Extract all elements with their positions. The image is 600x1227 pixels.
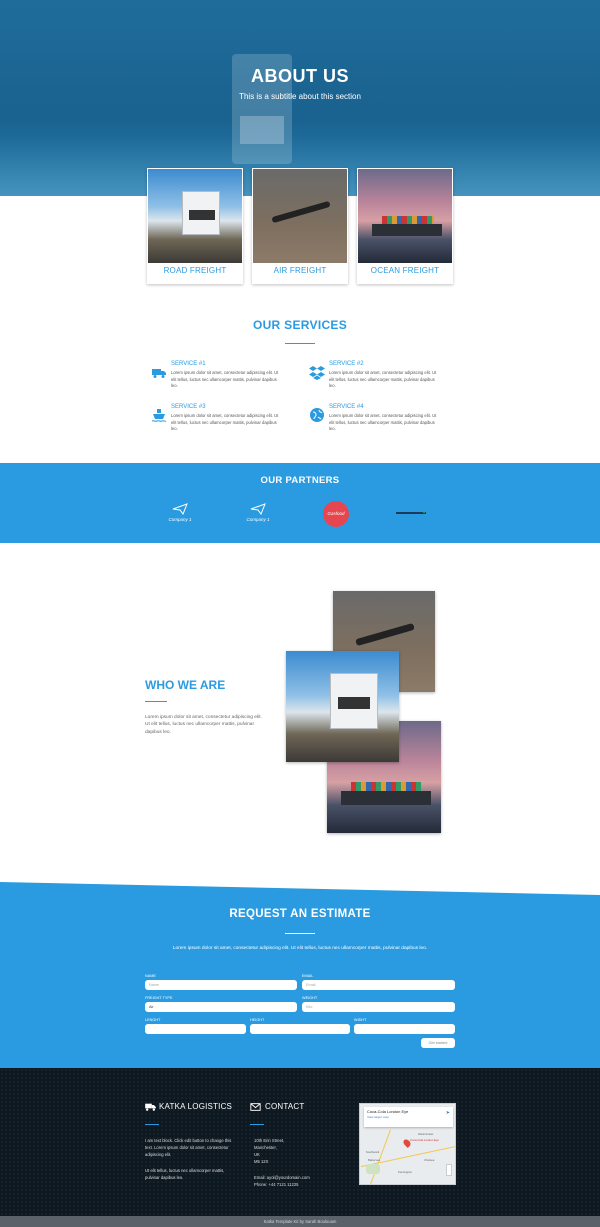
service-title: SERVICE #1 <box>171 361 206 367</box>
partner-logo[interactable]: Company 1 <box>238 503 278 525</box>
page-subtitle: This is a subtitle about this section <box>239 92 361 101</box>
truck-icon <box>152 369 166 378</box>
truck-icon <box>145 1103 156 1111</box>
divider <box>285 343 315 344</box>
weight-field[interactable]: Kilo <box>302 1002 455 1012</box>
check-icon: ✓ <box>422 507 429 516</box>
paper-plane-icon <box>172 503 188 515</box>
footer-brand: KATKA LOGISTICS <box>159 1102 233 1111</box>
service-text: Lorem ipsum dolor sit amet, consectetur … <box>171 413 279 432</box>
partner-logo[interactable]: Gasfood <box>323 501 349 527</box>
who-title: WHO WE ARE <box>145 678 226 692</box>
get-started-button[interactable]: Get started <box>421 1038 455 1048</box>
address-line: M5 12X <box>254 1159 269 1164</box>
page-title: ABOUT US <box>251 66 349 86</box>
service-title: SERVICE #3 <box>171 404 206 410</box>
service-item: SERVICE #4 Lorem ipsum dolor sit amet, c… <box>309 404 439 434</box>
service-item: SERVICE #3 Lorem ipsum dolor sit amet, c… <box>151 404 281 434</box>
dropbox-icon <box>309 366 325 380</box>
service-title: SERVICE #4 <box>329 404 364 410</box>
ocean-freight-image <box>358 169 452 263</box>
contact-email[interactable]: Email: ayol@yourdomain.com <box>254 1175 310 1182</box>
services-title: OUR SERVICES <box>252 318 348 332</box>
length-label: LENGHT <box>145 1018 161 1022</box>
divider <box>250 1124 264 1125</box>
contact-title: CONTACT <box>265 1102 305 1111</box>
directions-icon[interactable]: ➤ <box>446 1110 450 1116</box>
footer-credit: Katka Template Kit by Sarah Boulouam <box>0 1216 600 1227</box>
freight-type-label: FREIGHT TYPE <box>145 996 173 1000</box>
height-field[interactable] <box>250 1024 350 1034</box>
name-field[interactable]: Name <box>145 980 297 990</box>
divider <box>285 933 315 934</box>
address-line: 10th Erin Street, <box>254 1138 285 1143</box>
map-place-title: Coca-Cola London Eye <box>367 1109 409 1114</box>
address-line: Manchester, <box>254 1145 277 1150</box>
estimate-title: REQUEST AN ESTIMATE <box>229 908 371 920</box>
air-freight-image <box>253 169 347 263</box>
address-line: UK <box>254 1152 260 1157</box>
service-item: SERVICE #2 Lorem ipsum dolor sit amet, c… <box>309 361 439 391</box>
service-text: Lorem ipsum dolor sit amet, consectetur … <box>329 413 437 432</box>
location-map[interactable]: Southwark Westminster Battersea Chelsea … <box>359 1103 456 1185</box>
divider <box>145 1124 159 1125</box>
freight-cards: ROAD FREIGHT AIR FREIGHT OCEAN FREIGHT <box>147 168 453 286</box>
freight-type-select[interactable]: Air <box>145 1002 297 1012</box>
name-label: NAME <box>145 974 156 978</box>
email-label: EMAIL <box>302 974 314 978</box>
ocean-freight-card[interactable]: OCEAN FREIGHT <box>357 168 453 284</box>
road-freight-image <box>148 169 242 263</box>
service-text: Lorem ipsum dolor sit amet, consectetur … <box>329 370 437 389</box>
partner-logo[interactable]: ✓ <box>396 507 432 519</box>
length-field[interactable] <box>145 1024 246 1034</box>
road-freight-photo <box>286 651 399 762</box>
footer-about-text: I am text block. Click edit button to ch… <box>145 1138 232 1157</box>
height-label: HEIGHT <box>250 1018 265 1022</box>
service-text: Lorem ipsum dolor sit amet, consectetur … <box>171 370 279 389</box>
width-label: WIDHT <box>354 1018 367 1022</box>
contact-phone[interactable]: Phone: +44 7121 11225 <box>254 1182 299 1189</box>
map-zoom-control[interactable] <box>446 1164 452 1176</box>
divider <box>145 701 167 702</box>
who-text: Lorem ipsum dolor sit amet, consectetur … <box>145 715 262 735</box>
service-item: SERVICE #1 Lorem ipsum dolor sit amet, c… <box>151 361 281 391</box>
card-label: AIR FREIGHT <box>273 266 327 275</box>
service-title: SERVICE #2 <box>329 361 364 367</box>
partners-title: OUR PARTNERS <box>260 475 340 486</box>
air-freight-card[interactable]: AIR FREIGHT <box>252 168 348 284</box>
partner-logo[interactable]: Company 1 <box>160 503 200 525</box>
paper-plane-icon <box>250 503 266 515</box>
envelope-icon <box>250 1103 261 1111</box>
email-field[interactable]: Email <box>302 980 455 990</box>
card-label: ROAD FREIGHT <box>163 266 227 275</box>
map-info-card: Coca-Cola London Eye View larger map ➤ <box>364 1107 453 1127</box>
view-larger-map-link[interactable]: View larger map <box>367 1115 389 1119</box>
width-field[interactable] <box>354 1024 455 1034</box>
road-freight-card[interactable]: ROAD FREIGHT <box>147 168 243 284</box>
partners-section: OUR PARTNERS Company 1 Company 1 Gasfood… <box>0 463 600 543</box>
footer-about-text: Ut elit tellus, luctus nec ullamcorper m… <box>145 1168 225 1180</box>
card-label: OCEAN FREIGHT <box>370 266 440 275</box>
globe-icon <box>310 408 324 422</box>
ship-icon <box>151 409 167 422</box>
estimate-description: Lorem ipsum dolor sit amet, consectetur … <box>172 946 428 951</box>
weight-label: WEIGHT <box>302 996 318 1000</box>
footer <box>0 1068 600 1216</box>
